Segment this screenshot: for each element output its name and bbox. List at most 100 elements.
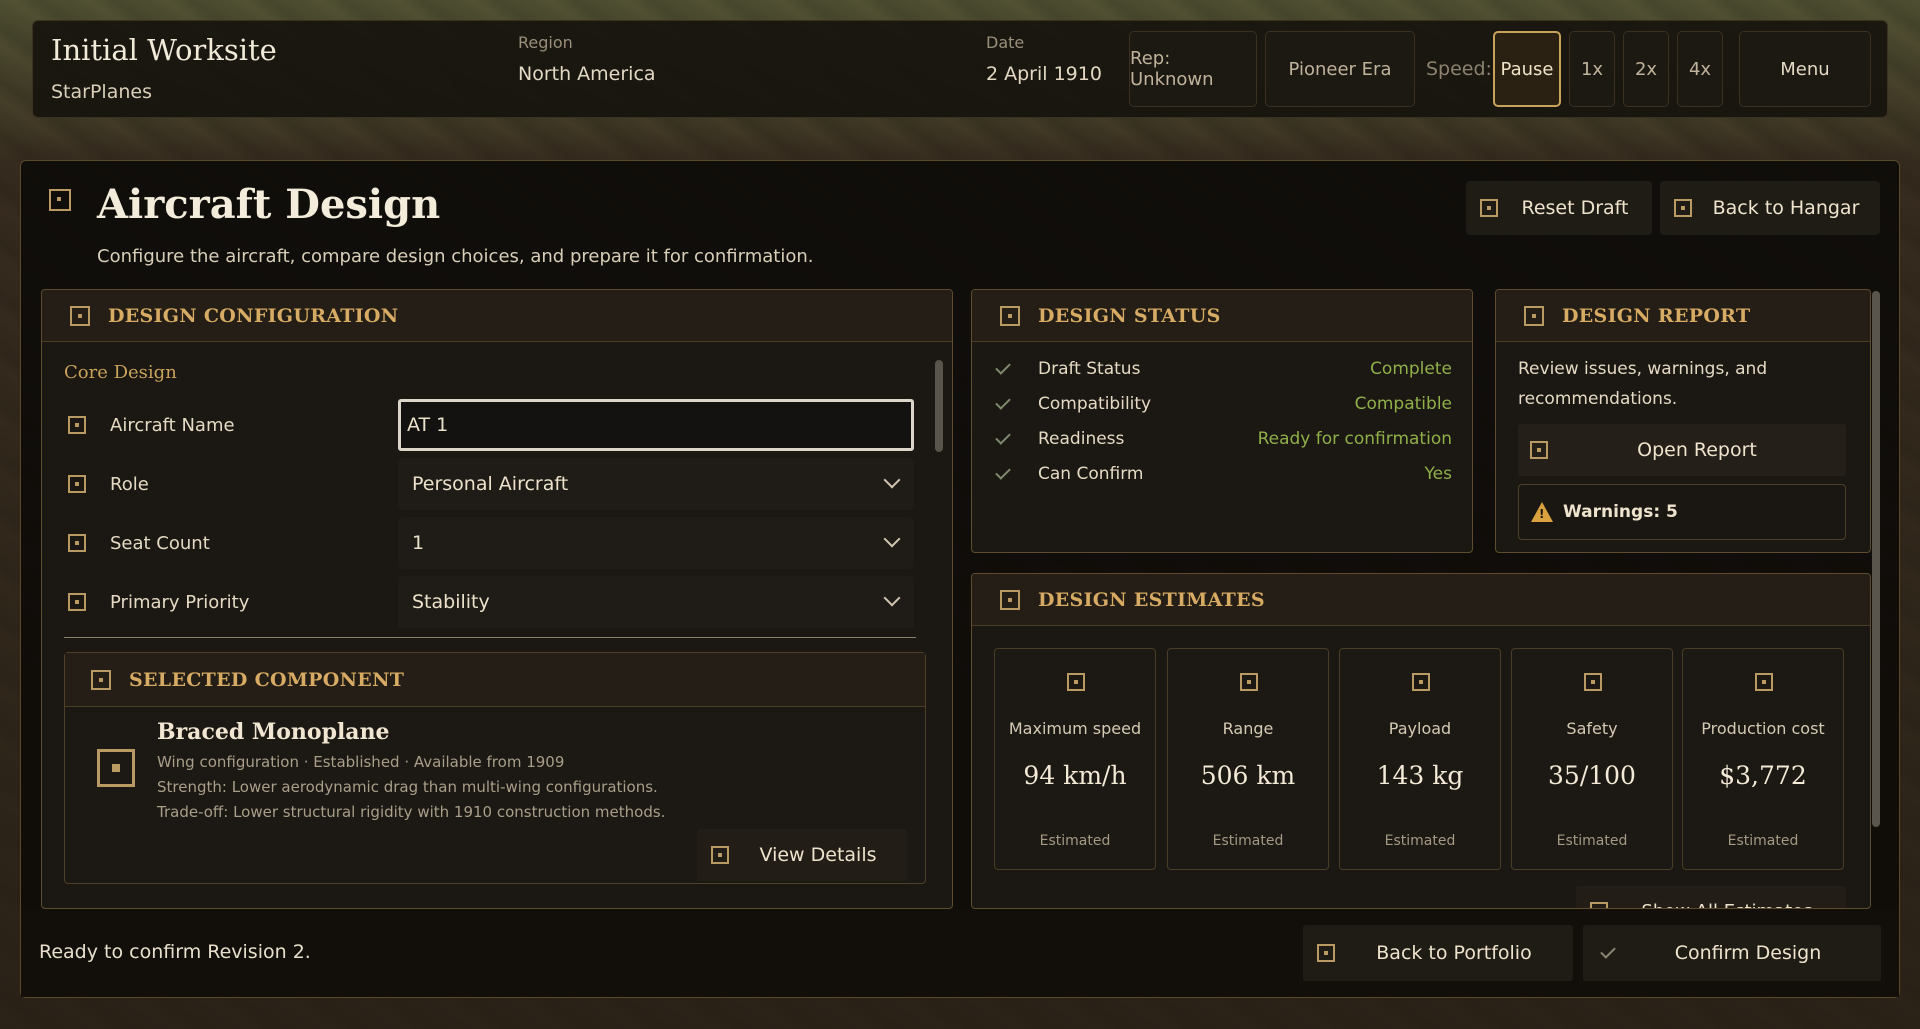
- page-subtitle: Configure the aircraft, compare design c…: [97, 246, 814, 267]
- status-row-draft: Draft Status Complete: [995, 354, 1452, 384]
- status-label: Readiness: [1038, 429, 1125, 449]
- worksite-title: Initial Worksite: [51, 33, 277, 67]
- role-label: Role: [110, 473, 149, 495]
- component-strength: Strength: Lower aerodynamic drag than mu…: [157, 778, 658, 796]
- aircraft-design-panel: Aircraft Design Configure the aircraft, …: [20, 160, 1900, 998]
- estimate-value: 94 km/h: [1023, 761, 1127, 790]
- estimate-name: Maximum speed: [1008, 719, 1142, 738]
- report-header: DESIGN REPORT: [1496, 290, 1870, 342]
- chevron-down-icon: [883, 589, 901, 607]
- estimate-name: Production cost: [1701, 719, 1825, 738]
- config-header: DESIGN CONFIGURATION: [42, 290, 952, 342]
- role-select[interactable]: Personal Aircraft: [398, 458, 914, 510]
- view-details-label: View Details: [759, 844, 877, 866]
- status-label: Can Confirm: [1038, 464, 1144, 484]
- cost-icon: [1755, 673, 1773, 691]
- status-value: Yes: [1424, 464, 1452, 484]
- status-value: Compatible: [1354, 394, 1452, 414]
- estimate-note: Estimated: [1556, 833, 1628, 849]
- role-icon: [68, 475, 86, 493]
- open-report-button[interactable]: Open Report: [1518, 424, 1846, 476]
- config-icon: [70, 305, 90, 326]
- report-icon: [1524, 305, 1544, 326]
- estimates-icon: [1000, 589, 1020, 610]
- design-icon: [49, 189, 71, 211]
- estimate-card-production-cost: Production cost $3,772 Estimated: [1682, 648, 1844, 870]
- estimate-card-range: Range 506 km Estimated: [1167, 648, 1329, 870]
- component-name: Braced Monoplane: [157, 719, 390, 745]
- speed-2x-button[interactable]: 2x: [1623, 31, 1669, 107]
- footer-status-text: Ready to confirm Revision 2.: [39, 941, 311, 963]
- design-status-panel: DESIGN STATUS Draft Status Complete Comp…: [971, 289, 1473, 553]
- region-label: Region: [518, 33, 573, 52]
- right-column-scrollbar[interactable]: [1872, 291, 1880, 827]
- range-icon: [1240, 673, 1258, 691]
- show-all-estimates-button[interactable]: Show All Estimates: [1576, 886, 1846, 909]
- report-title: DESIGN REPORT: [1562, 304, 1751, 327]
- speed-pause-button[interactable]: Pause: [1493, 31, 1561, 107]
- reset-draft-button[interactable]: Reset Draft: [1466, 181, 1652, 235]
- component-meta: Wing configuration · Established · Avail…: [157, 753, 565, 771]
- era-badge[interactable]: Pioneer Era: [1265, 31, 1415, 107]
- aircraft-name-icon: [68, 416, 86, 434]
- aircraft-name-input[interactable]: AT 1: [398, 399, 914, 451]
- date-value: 2 April 1910: [986, 63, 1102, 85]
- back-to-portfolio-button[interactable]: Back to Portfolio: [1303, 925, 1573, 981]
- payload-icon: [1412, 673, 1430, 691]
- status-label: Compatibility: [1038, 394, 1152, 414]
- confirm-design-button[interactable]: Confirm Design: [1583, 925, 1881, 981]
- primary-priority-value: Stability: [412, 591, 490, 613]
- estimate-value: 35/100: [1548, 761, 1636, 790]
- status-row-readiness: Readiness Ready for confirmation: [995, 424, 1452, 454]
- confirm-design-label: Confirm Design: [1674, 942, 1822, 964]
- primary-priority-icon: [68, 593, 86, 611]
- page-title: Aircraft Design: [97, 181, 441, 228]
- estimate-card-safety: Safety 35/100 Estimated: [1511, 648, 1673, 870]
- estimate-name: Safety: [1566, 719, 1618, 738]
- view-details-button[interactable]: View Details: [697, 829, 907, 881]
- design-estimates-panel: DESIGN ESTIMATES Maximum speed 94 km/h E…: [971, 573, 1871, 909]
- component-tradeoff: Trade-off: Lower structural rigidity wit…: [157, 803, 666, 821]
- role-value: Personal Aircraft: [412, 473, 569, 495]
- estimate-card-payload: Payload 143 kg Estimated: [1339, 648, 1501, 870]
- config-title: DESIGN CONFIGURATION: [108, 304, 399, 327]
- status-row-compatibility: Compatibility Compatible: [995, 389, 1452, 419]
- reset-draft-label: Reset Draft: [1521, 197, 1629, 219]
- show-all-estimates-label: Show All Estimates: [1608, 901, 1846, 909]
- reputation-badge[interactable]: Rep: Unknown: [1129, 31, 1257, 107]
- core-design-label: Core Design: [64, 362, 177, 383]
- chevron-down-icon: [883, 471, 901, 489]
- speed-1x-button[interactable]: 1x: [1569, 31, 1615, 107]
- top-bar: Initial Worksite StarPlanes Region North…: [32, 20, 1888, 118]
- primary-priority-label: Primary Priority: [110, 591, 250, 613]
- portfolio-icon: [1317, 944, 1335, 962]
- estimate-value: 506 km: [1200, 761, 1296, 790]
- status-header: DESIGN STATUS: [972, 290, 1472, 342]
- status-value: Complete: [1370, 359, 1452, 379]
- aircraft-name-label: Aircraft Name: [110, 414, 235, 436]
- back-to-portfolio-label: Back to Portfolio: [1376, 942, 1532, 964]
- estimate-note: Estimated: [1384, 833, 1456, 849]
- estimate-note: Estimated: [1039, 833, 1111, 849]
- seat-count-select[interactable]: 1: [398, 517, 914, 569]
- details-icon: [711, 846, 729, 864]
- status-title: DESIGN STATUS: [1038, 304, 1221, 327]
- selected-component-panel: SELECTED COMPONENT Braced Monoplane Wing…: [64, 652, 926, 884]
- check-icon: [995, 359, 1011, 375]
- seat-count-icon: [68, 534, 86, 552]
- warnings-badge[interactable]: Warnings: 5: [1518, 484, 1846, 540]
- status-row-can-confirm: Can Confirm Yes: [995, 459, 1452, 489]
- speed-4x-button[interactable]: 4x: [1677, 31, 1723, 107]
- design-configuration-panel: DESIGN CONFIGURATION Core Design Aircraf…: [41, 289, 953, 909]
- estimate-card-max-speed: Maximum speed 94 km/h Estimated: [994, 648, 1156, 870]
- component-header-icon: [91, 669, 111, 690]
- section-divider: [64, 637, 916, 638]
- config-scrollbar[interactable]: [935, 360, 943, 452]
- primary-priority-select[interactable]: Stability: [398, 576, 914, 628]
- selected-component-title: SELECTED COMPONENT: [129, 668, 405, 691]
- warnings-count: Warnings: 5: [1563, 502, 1678, 522]
- date-label: Date: [986, 33, 1025, 52]
- back-to-hangar-button[interactable]: Back to Hangar: [1660, 181, 1880, 235]
- wing-component-icon: [97, 749, 135, 787]
- menu-button[interactable]: Menu: [1739, 31, 1871, 107]
